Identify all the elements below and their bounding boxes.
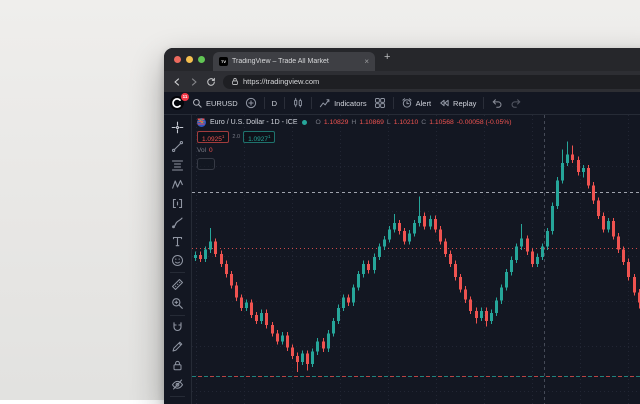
text-tool[interactable]: [164, 232, 191, 251]
brush-icon: [171, 216, 184, 229]
trend-line-tool[interactable]: [164, 137, 191, 156]
long-position-icon: [171, 197, 184, 210]
forward-icon: [189, 77, 199, 87]
reload-icon: [206, 77, 216, 87]
emoji-tool[interactable]: [164, 251, 191, 270]
indicators-button[interactable]: Indicators: [319, 97, 367, 109]
eye-slash-icon: [171, 378, 184, 391]
symbol-search-button[interactable]: EURUSD: [192, 98, 238, 109]
chevron-up-icon: [197, 118, 205, 123]
magnet-tool[interactable]: [164, 318, 191, 337]
tools-divider: [170, 396, 185, 397]
zoom-in-icon: [171, 297, 184, 310]
replay-icon: [438, 97, 450, 109]
browser-tab-strip: TV TradingView – Trade All Market × +: [164, 48, 640, 71]
lock-all-tool[interactable]: [164, 356, 191, 375]
text-icon: [171, 235, 184, 248]
toolbar-divider: [483, 97, 484, 109]
tools-divider: [170, 315, 185, 316]
symbol-search-label: EURUSD: [206, 99, 238, 108]
undo-button[interactable]: [491, 97, 503, 109]
chart-area[interactable]: € Euro / U.S. Dollar - 1D - ICE O1.10829…: [192, 115, 640, 404]
back-icon: [172, 77, 182, 87]
candlestick-style-icon: [292, 97, 304, 109]
new-tab-button[interactable]: +: [375, 52, 390, 67]
spread-value: 2.0: [232, 134, 240, 140]
forward-button[interactable]: [189, 77, 199, 87]
trend-line-icon: [171, 140, 184, 153]
redo-icon: [510, 97, 522, 109]
layout-grid-icon: [374, 97, 386, 109]
add-symbol-button[interactable]: [245, 97, 257, 109]
fib-retracement-tool[interactable]: [164, 156, 191, 175]
lock-icon: [171, 359, 184, 372]
replay-label: Replay: [453, 99, 476, 108]
notification-badge: 11: [181, 93, 189, 101]
tradingview-logo[interactable]: 11: [170, 96, 185, 111]
market-status-icon: [302, 120, 307, 125]
replay-button[interactable]: Replay: [438, 97, 476, 109]
xabcd-pattern-icon: [171, 178, 184, 191]
emoji-icon: [171, 254, 184, 267]
sell-button[interactable]: 1.09251: [197, 131, 229, 143]
change-value: -0.00058 (-0.05%): [457, 119, 512, 126]
tab-close-icon[interactable]: ×: [364, 58, 369, 66]
pane-collapse-button[interactable]: [197, 158, 215, 170]
alert-button[interactable]: Alert: [401, 97, 431, 109]
layout-button[interactable]: [374, 97, 386, 109]
crosshair-tool[interactable]: [164, 118, 191, 137]
window-zoom-button[interactable]: [198, 56, 205, 63]
measure-tool[interactable]: [164, 275, 191, 294]
drawing-mode-tool[interactable]: [164, 337, 191, 356]
back-button[interactable]: [172, 77, 182, 87]
desktop-background: TV TradingView – Trade All Market × + ht…: [0, 0, 640, 400]
alert-clock-icon: [401, 97, 413, 109]
lock-icon: [231, 77, 239, 86]
toolbar-divider: [264, 97, 265, 109]
window-minimize-button[interactable]: [186, 56, 193, 63]
url-text: https://tradingview.com: [243, 77, 319, 86]
window-close-button[interactable]: [174, 56, 181, 63]
indicators-icon: [319, 97, 331, 109]
tv-toolbar: 11 EURUSD D Indicators: [164, 92, 640, 115]
long-position-tool[interactable]: [164, 194, 191, 213]
browser-address-bar: https://tradingview.com: [164, 71, 640, 92]
toolbar-divider: [393, 97, 394, 109]
tools-divider: [170, 272, 185, 273]
chart-style-button[interactable]: [292, 97, 304, 109]
chart-legend: € Euro / U.S. Dollar - 1D - ICE O1.10829…: [197, 118, 512, 170]
toolbar-divider: [311, 97, 312, 109]
hide-all-tool[interactable]: [164, 375, 191, 394]
browser-tab[interactable]: TV TradingView – Trade All Market ×: [213, 52, 375, 71]
buy-button[interactable]: 1.09271: [243, 131, 275, 143]
volume-legend: Vol 0: [197, 147, 512, 154]
reload-button[interactable]: [206, 77, 216, 87]
fib-retracement-icon: [171, 159, 184, 172]
url-field[interactable]: https://tradingview.com: [223, 75, 640, 89]
search-icon: [192, 98, 203, 109]
zoom-tool[interactable]: [164, 294, 191, 313]
brush-tool[interactable]: [164, 213, 191, 232]
drawing-toolbar: [164, 115, 192, 404]
window-controls: [164, 48, 213, 71]
interval-label: D: [272, 99, 277, 108]
measure-icon: [171, 278, 184, 291]
browser-window: TV TradingView – Trade All Market × + ht…: [164, 48, 640, 404]
redo-button[interactable]: [510, 97, 522, 109]
symbol-title[interactable]: Euro / U.S. Dollar - 1D - ICE: [210, 119, 298, 126]
undo-icon: [491, 97, 503, 109]
tradingview-favicon-icon: TV: [219, 57, 228, 66]
ohlc-values: O1.10829 H1.10869 L1.10210 C1.10568 -0.0…: [316, 119, 512, 126]
pencil-icon: [171, 340, 184, 353]
crosshair-icon: [171, 121, 184, 134]
alert-label: Alert: [416, 99, 431, 108]
plus-circle-icon: [245, 97, 257, 109]
xabcd-pattern-tool[interactable]: [164, 175, 191, 194]
tab-title: TradingView – Trade All Market: [232, 58, 360, 65]
toolbar-divider: [284, 97, 285, 109]
indicators-label: Indicators: [334, 99, 367, 108]
magnet-icon: [171, 321, 184, 334]
interval-button[interactable]: D: [272, 99, 277, 108]
